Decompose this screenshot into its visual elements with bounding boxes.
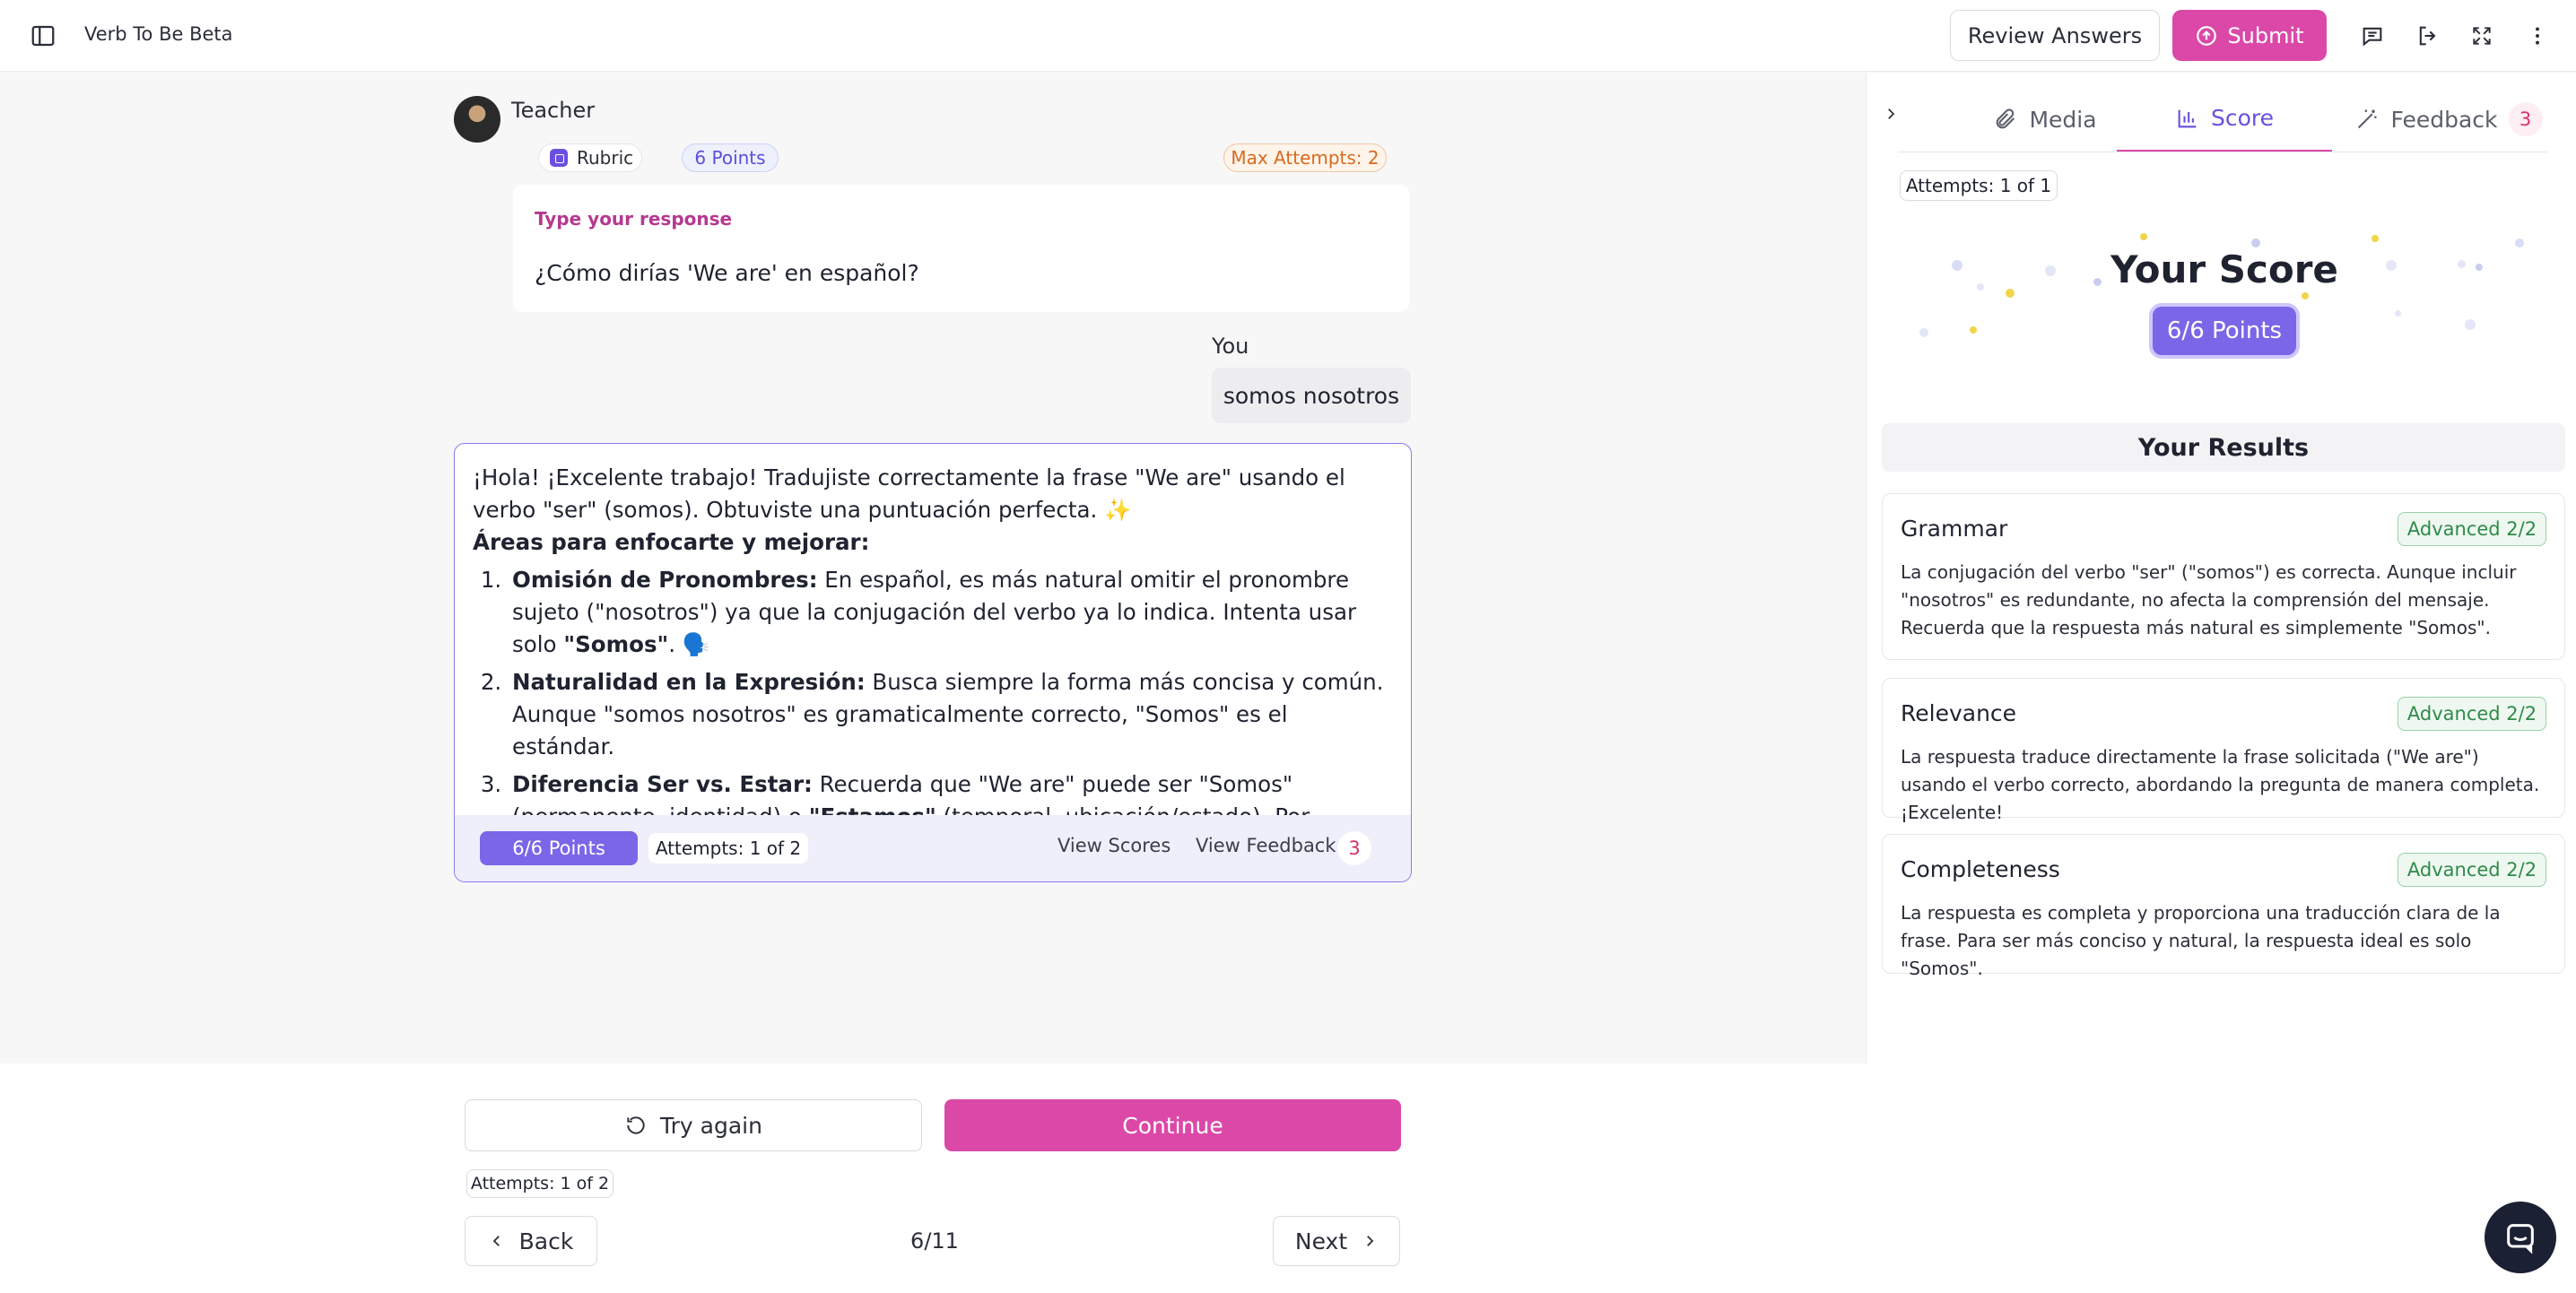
question-text: ¿Cómo dirías 'We are' en español? [535, 260, 919, 286]
try-again-button[interactable]: Try again [465, 1099, 922, 1151]
view-scores-link[interactable]: View Scores [1057, 835, 1171, 856]
chat-launcher-button[interactable] [2485, 1202, 2556, 1273]
tab-feedback-label: Feedback [2390, 106, 2498, 133]
confetti-dot [1952, 260, 1962, 271]
app-title: Verb To Be Beta [84, 23, 233, 45]
back-button[interactable]: Back [465, 1216, 597, 1266]
confetti-dot [2140, 233, 2147, 240]
result-card-completeness: Completeness Advanced 2/2 La respuesta e… [1882, 834, 2565, 979]
magic-wand-icon [2358, 109, 2377, 129]
result-name: Completeness [1901, 856, 2060, 882]
feedback-attempts-badge: Attempts: 1 of 2 [648, 833, 808, 863]
student-answer: somos nosotros [1212, 368, 1411, 423]
result-level-badge: Advanced 2/2 [2398, 512, 2546, 546]
result-text: La respuesta es completa y proporciona u… [1901, 902, 2501, 979]
max-attempts-chip: Max Attempts: 2 [1223, 143, 1387, 172]
panel-attempts-badge: Attempts: 1 of 1 [1900, 170, 2058, 201]
confetti-dot [2386, 260, 2397, 271]
feedback-points-badge: 6/6 Points [480, 831, 638, 865]
tab-feedback-badge: 3 [2508, 102, 2543, 136]
exit-icon[interactable] [2411, 19, 2445, 53]
view-feedback-link[interactable]: View Feedback [1196, 835, 1336, 856]
confetti-dot [2006, 289, 2015, 298]
retry-icon [627, 1116, 645, 1134]
rubric-chip[interactable]: Rubric [538, 143, 642, 172]
review-answers-button[interactable]: Review Answers [1950, 10, 2160, 61]
response-type-label: Type your response [535, 208, 733, 230]
teacher-name: Teacher [511, 98, 596, 123]
tab-media-label: Media [2029, 106, 2097, 133]
attempts-badge: Attempts: 1 of 2 [466, 1169, 614, 1198]
tab-media[interactable]: Media [1955, 86, 2135, 152]
fullscreen-icon[interactable] [2465, 19, 2499, 53]
score-value: 6/6 Points [2153, 307, 2296, 355]
result-card-grammar: Grammar Advanced 2/2 La conjugación del … [1882, 493, 2565, 660]
feedback-item: Naturalidad en la Expresión: Busca siemp… [509, 666, 1397, 763]
try-again-label: Try again [660, 1112, 762, 1139]
more-vertical-icon[interactable] [2520, 19, 2554, 53]
feedback-body: ¡Hola! ¡Excelente trabajo! Tradujiste co… [473, 462, 1397, 865]
confetti-dot [2395, 310, 2401, 317]
confetti-dot [2458, 260, 2466, 268]
result-level-badge: Advanced 2/2 [2398, 697, 2546, 731]
top-bar: Verb To Be Beta Review Answers Submit [0, 0, 2576, 72]
student-name: You [1212, 334, 1249, 359]
sidebar-toggle-icon[interactable] [27, 20, 59, 52]
result-text: La respuesta traduce directamente la fra… [1901, 746, 2540, 823]
results-title: Your Results [1882, 423, 2565, 472]
next-button[interactable]: Next [1273, 1216, 1400, 1266]
next-label: Next [1294, 1228, 1348, 1254]
result-name: Grammar [1901, 516, 2008, 542]
ai-feedback-card: ¡Hola! ¡Excelente trabajo! Tradujiste co… [454, 443, 1412, 882]
submit-label: Submit [2227, 22, 2304, 48]
bar-chart-icon [2178, 109, 2197, 127]
teacher-avatar [454, 96, 500, 143]
continue-button[interactable]: Continue [944, 1099, 1401, 1151]
upload-circle-icon [2197, 25, 2217, 46]
chevron-right-icon [1367, 1236, 1374, 1246]
feedback-focus-title: Áreas para enfocarte y mejorar: [473, 529, 870, 555]
question-card: Type your response ¿Cómo dirías 'We are'… [513, 185, 1409, 312]
result-card-relevance: Relevance Advanced 2/2 La respuesta trad… [1882, 678, 2565, 823]
confetti-dot [2045, 265, 2056, 276]
confetti-dot [2302, 292, 2309, 299]
chevron-left-icon [492, 1236, 500, 1246]
feedback-footer: 6/6 Points Attempts: 1 of 2 View Scores … [455, 815, 1411, 881]
page-counter: 6/11 [910, 1228, 959, 1254]
chat-icon [2507, 1224, 2534, 1254]
collapse-panel-icon[interactable] [1878, 99, 1903, 129]
points-chip: 6 Points [682, 143, 779, 172]
comment-icon[interactable] [2355, 19, 2389, 53]
result-level-badge: Advanced 2/2 [2398, 853, 2546, 887]
rubric-label: Rubric [577, 147, 634, 169]
back-label: Back [518, 1228, 574, 1254]
confetti-dot [2251, 239, 2260, 247]
result-name: Relevance [1901, 700, 2017, 726]
rubric-icon [550, 149, 568, 167]
tab-score-label: Score [2210, 105, 2275, 131]
confetti-dot [1970, 326, 1977, 334]
tab-score[interactable]: Score [2117, 86, 2332, 152]
confetti-dot [1977, 283, 1984, 291]
confetti-dot [2371, 235, 2379, 242]
confetti-dot [2515, 239, 2524, 247]
score-title: Your Score [2110, 247, 2338, 291]
feedback-item: Omisión de Pronombres: En español, es má… [509, 564, 1397, 661]
confetti-dot [1919, 328, 1928, 337]
paperclip-icon [1997, 108, 2015, 129]
submit-button[interactable]: Submit [2172, 10, 2327, 61]
confetti-dot [2465, 319, 2476, 330]
confetti-dot [2476, 264, 2483, 271]
feedback-intro: ¡Hola! ¡Excelente trabajo! Tradujiste co… [473, 464, 1345, 523]
feedback-count-badge: 3 [1337, 831, 1371, 865]
result-text: La conjugación del verbo "ser" ("somos")… [1901, 561, 2517, 638]
tab-feedback[interactable]: Feedback 3 [2336, 86, 2562, 152]
